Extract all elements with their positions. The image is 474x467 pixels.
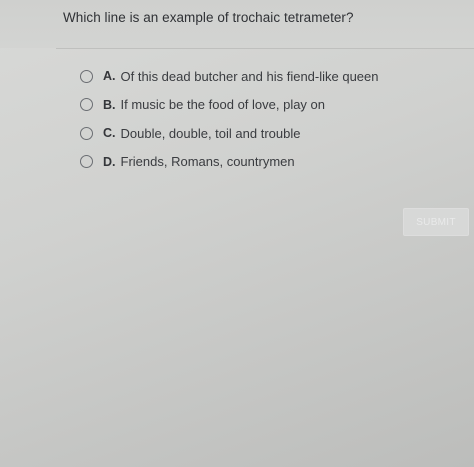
- answer-options: A. Of this dead butcher and his fiend-li…: [80, 62, 379, 176]
- option-letter: D.: [103, 154, 116, 169]
- radio-button-b[interactable]: [80, 98, 93, 112]
- option-a[interactable]: A. Of this dead butcher and his fiend-li…: [80, 62, 379, 91]
- option-text: Friends, Romans, countrymen: [120, 154, 295, 170]
- option-d[interactable]: D. Friends, Romans, countrymen: [80, 148, 379, 177]
- option-text: If music be the food of love, play on: [120, 97, 326, 113]
- radio-button-d[interactable]: [80, 155, 93, 169]
- header-divider: [56, 48, 474, 49]
- option-text: Of this dead butcher and his fiend-like …: [120, 68, 379, 84]
- question-text: Which line is an example of trochaic tet…: [63, 10, 354, 25]
- option-letter: B.: [103, 97, 116, 112]
- submit-button[interactable]: SUBMIT: [403, 208, 469, 236]
- radio-button-a[interactable]: [80, 69, 93, 83]
- option-letter: C.: [103, 126, 116, 141]
- option-c[interactable]: C. Double, double, toil and trouble: [80, 119, 379, 148]
- option-b[interactable]: B. If music be the food of love, play on: [80, 91, 379, 120]
- option-text: Double, double, toil and trouble: [120, 125, 301, 141]
- option-letter: A.: [103, 69, 116, 84]
- radio-button-c[interactable]: [80, 126, 93, 140]
